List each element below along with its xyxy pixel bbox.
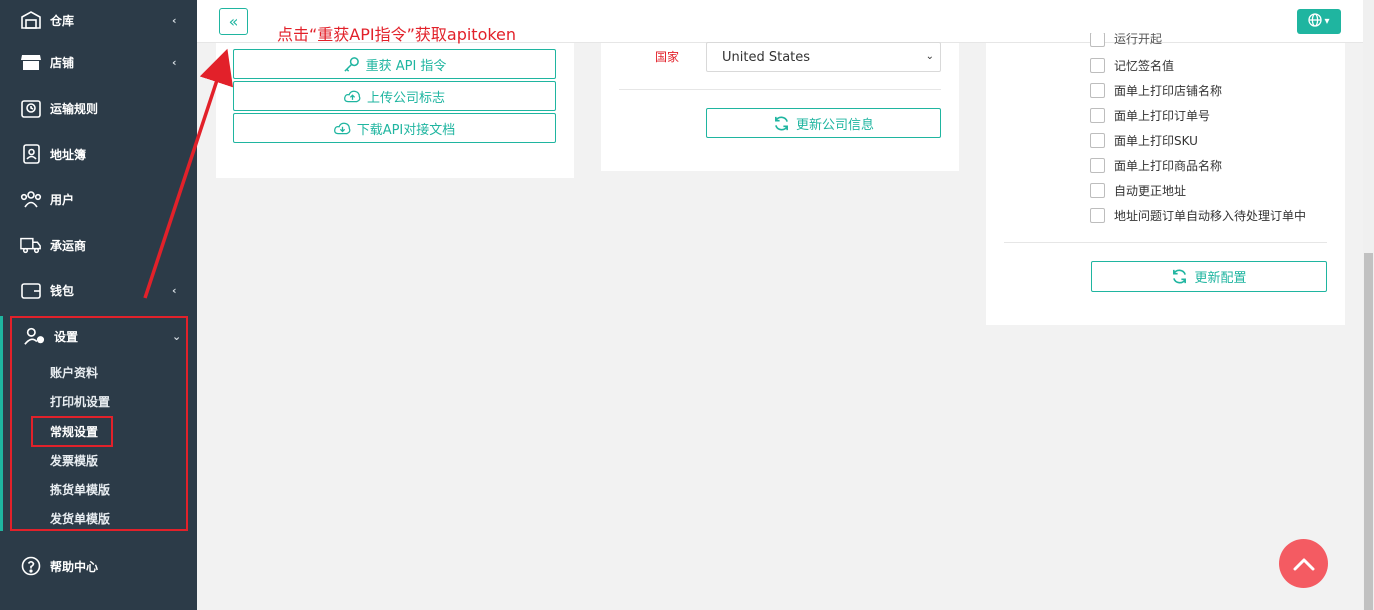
- country-value: United States: [722, 49, 811, 65]
- update-config-button[interactable]: 更新配置: [1091, 261, 1327, 292]
- checkbox-label: 面单上打印SKU: [1114, 134, 1198, 148]
- checkbox-print-store-name[interactable]: 面单上打印店铺名称: [1090, 82, 1222, 99]
- checkbox[interactable]: [1090, 158, 1105, 173]
- divider: [1004, 242, 1327, 243]
- checkbox[interactable]: [1090, 183, 1105, 198]
- checkbox-print-order-number[interactable]: 面单上打印订单号: [1090, 107, 1210, 124]
- checkbox-remember-signature[interactable]: 记忆签名值: [1090, 57, 1174, 74]
- checkbox-label: 面单上打印店铺名称: [1114, 84, 1223, 98]
- button-label: 更新配置: [1194, 271, 1247, 286]
- chevron-up-icon: [1293, 558, 1314, 570]
- checkbox-partial[interactable]: 运行开起: [1090, 33, 1162, 47]
- country-label: 国家: [655, 50, 680, 64]
- button-label: 更新公司信息: [795, 117, 874, 133]
- checkbox[interactable]: [1090, 33, 1105, 47]
- country-select[interactable]: United States ⌄: [706, 42, 941, 72]
- checkbox[interactable]: [1090, 83, 1105, 98]
- checkbox-label: 面单上打印商品名称: [1114, 159, 1223, 173]
- checkbox-label: 记忆签名值: [1114, 59, 1175, 73]
- checkbox[interactable]: [1090, 133, 1105, 148]
- chevron-down-icon: ⌄: [925, 51, 934, 62]
- checkbox-auto-correct-address[interactable]: 自动更正地址: [1090, 182, 1186, 199]
- checkbox-auto-move-problem-orders[interactable]: 地址问题订单自动移入待处理订单中: [1090, 207, 1306, 224]
- checkbox-label: 运行开起: [1114, 33, 1163, 46]
- checkbox-label: 自动更正地址: [1114, 184, 1187, 198]
- refresh-icon: [775, 116, 788, 130]
- divider: [619, 89, 941, 90]
- update-company-button[interactable]: 更新公司信息: [706, 108, 941, 138]
- checkbox-print-sku[interactable]: 面单上打印SKU: [1090, 132, 1198, 149]
- back-to-top-button[interactable]: [1279, 539, 1328, 588]
- scrollbar-thumb[interactable]: [1364, 253, 1373, 610]
- checkbox-label: 地址问题订单自动移入待处理订单中: [1114, 209, 1307, 223]
- checkbox[interactable]: [1090, 208, 1105, 223]
- checkbox-label: 面单上打印订单号: [1114, 109, 1211, 123]
- checkbox-print-product-name[interactable]: 面单上打印商品名称: [1090, 157, 1222, 174]
- refresh-icon: [1173, 269, 1187, 284]
- checkbox[interactable]: [1090, 108, 1105, 123]
- checkbox[interactable]: [1090, 58, 1105, 73]
